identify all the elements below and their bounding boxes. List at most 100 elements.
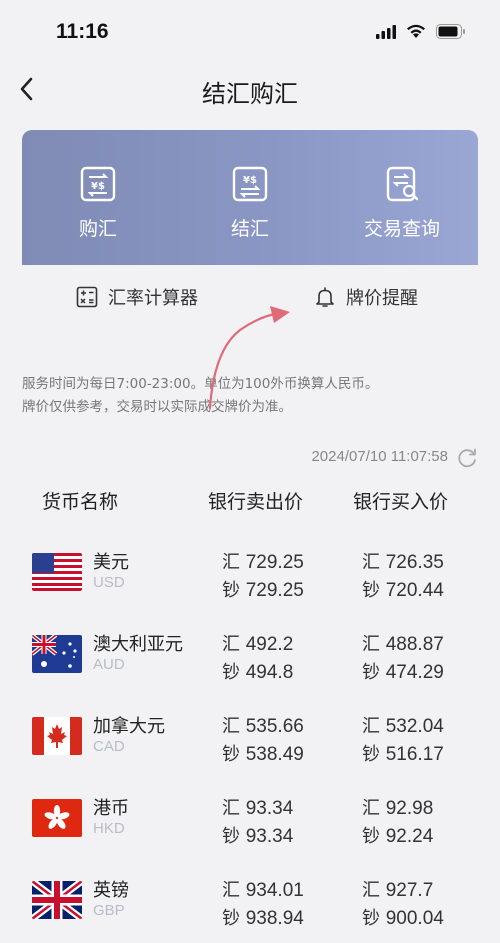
cash-label: 钞	[222, 744, 240, 765]
buy-remit-rate: 汇 488.87	[362, 630, 444, 656]
rate-value: 516.17	[385, 744, 444, 765]
refresh-icon[interactable]	[456, 447, 478, 469]
rate-alert-button[interactable]: 牌价提醒	[314, 284, 418, 310]
cash-label: 钞	[222, 662, 240, 683]
signal-icon	[376, 24, 396, 39]
table-row[interactable]: 澳大利亚元 AUD 汇 492.2 钞 494.8 汇 488.87 钞 474…	[0, 627, 500, 697]
currency-code: CAD	[93, 738, 125, 755]
cash-label: 钞	[362, 580, 380, 601]
table-row[interactable]: 美元 USD 汇 729.25 钞 729.25 汇 726.35 钞 720.…	[0, 545, 500, 615]
update-timestamp: 2024/07/10 11:07:58	[311, 448, 448, 465]
remit-label: 汇	[362, 798, 380, 819]
settle-forex-label: 结汇	[230, 218, 269, 240]
currency-code: AUD	[93, 656, 125, 673]
table-row[interactable]: 英镑 GBP 汇 934.01 钞 938.94 汇 927.7 钞 900.0…	[0, 873, 500, 943]
cash-label: 钞	[362, 662, 380, 683]
sell-remit-rate: 汇 729.25	[222, 548, 304, 574]
rate-value: 494.8	[245, 662, 294, 683]
cash-label: 钞	[222, 908, 240, 929]
svg-text:¥$: ¥$	[91, 181, 105, 192]
buy-forex-button[interactable]: ¥$ 购汇	[22, 130, 174, 265]
gb-flag-icon	[32, 881, 82, 919]
sell-cash-rate: 钞 938.94	[222, 904, 304, 930]
header-bank-sell: 银行卖出价	[208, 491, 304, 513]
wifi-icon	[407, 24, 425, 38]
status-icons	[376, 24, 466, 39]
navigation-bar: 结汇购汇	[0, 62, 500, 118]
battery-icon	[436, 24, 465, 39]
remit-label: 汇	[222, 716, 240, 737]
currency-name: 美元	[93, 552, 129, 573]
ca-flag-icon	[32, 717, 82, 755]
rate-value: 726.35	[385, 552, 444, 573]
notice-line-2: 牌价仅供参考，交易时以实际成交牌价为准。	[22, 399, 292, 415]
remit-label: 汇	[362, 716, 380, 737]
status-bar: 11:16	[0, 0, 500, 60]
cash-label: 钞	[362, 908, 380, 929]
sell-cash-rate: 钞 729.25	[222, 576, 304, 602]
service-notice: 服务时间为每日7:00-23:00。单位为100外币换算人民币。 牌价仅供参考，…	[22, 373, 492, 419]
transaction-search-icon	[386, 166, 419, 202]
buy-cash-rate: 钞 900.04	[362, 904, 444, 930]
page-title: 结汇购汇	[202, 80, 298, 108]
remit-label: 汇	[362, 880, 380, 901]
rate-value: 535.66	[245, 716, 304, 737]
cash-label: 钞	[362, 826, 380, 847]
buy-remit-rate: 汇 532.04	[362, 712, 444, 738]
rate-value: 720.44	[385, 580, 444, 601]
rate-calculator-label: 汇率计算器	[108, 288, 198, 309]
buy-cash-rate: 钞 474.29	[362, 658, 444, 684]
remit-label: 汇	[222, 634, 240, 655]
rate-value: 93.34	[245, 798, 294, 819]
us-flag-icon	[32, 553, 82, 591]
rate-value: 474.29	[385, 662, 444, 683]
remit-label: 汇	[362, 552, 380, 573]
rate-value: 92.98	[385, 798, 434, 819]
currency-name: 英镑	[93, 880, 129, 901]
sell-remit-rate: 汇 535.66	[222, 712, 304, 738]
buy-cash-rate: 钞 92.24	[362, 822, 433, 848]
sell-remit-rate: 汇 492.2	[222, 630, 293, 656]
rate-value: 532.04	[385, 716, 444, 737]
rate-value: 729.25	[245, 552, 304, 573]
buy-remit-rate: 汇 92.98	[362, 794, 433, 820]
status-time: 11:16	[56, 20, 109, 43]
currency-name: 澳大利亚元	[93, 634, 183, 655]
rate-calculator-button[interactable]: 汇率计算器	[76, 284, 198, 310]
sell-cash-rate: 钞 538.49	[222, 740, 304, 766]
buy-remit-rate: 汇 927.7	[362, 876, 433, 902]
cash-label: 钞	[222, 580, 240, 601]
sell-cash-rate: 钞 494.8	[222, 658, 293, 684]
currency-name: 加拿大元	[93, 716, 165, 737]
settle-forex-button[interactable]: ¥$ 结汇	[174, 130, 326, 265]
au-flag-icon	[32, 635, 82, 673]
sell-cash-rate: 钞 93.34	[222, 822, 293, 848]
buy-cash-rate: 钞 516.17	[362, 740, 444, 766]
buy-remit-rate: 汇 726.35	[362, 548, 444, 574]
header-currency-name: 货币名称	[42, 491, 119, 513]
svg-text:¥$: ¥$	[243, 175, 257, 186]
currency-code: USD	[93, 574, 125, 591]
rate-value: 729.25	[245, 580, 304, 601]
tools-row: 汇率计算器 牌价提醒	[0, 282, 500, 314]
hk-flag-icon	[32, 799, 82, 837]
buy-forex-label: 购汇	[78, 218, 117, 240]
cash-label: 钞	[222, 826, 240, 847]
rate-value: 900.04	[385, 908, 444, 929]
table-row[interactable]: 港币 HKD 汇 93.34 钞 93.34 汇 92.98 钞 92.24	[0, 791, 500, 861]
remit-label: 汇	[362, 634, 380, 655]
sell-remit-rate: 汇 934.01	[222, 876, 304, 902]
table-row[interactable]: 加拿大元 CAD 汇 535.66 钞 538.49 汇 532.04 钞 51…	[0, 709, 500, 779]
currency-code: GBP	[93, 902, 125, 919]
currency-exchange-icon: ¥$	[80, 166, 116, 202]
rate-value: 938.94	[245, 908, 304, 929]
calculator-icon	[76, 286, 98, 308]
rate-value: 92.24	[385, 826, 434, 847]
cash-label: 钞	[362, 744, 380, 765]
sell-remit-rate: 汇 93.34	[222, 794, 293, 820]
rate-value: 538.49	[245, 744, 304, 765]
remit-label: 汇	[222, 880, 240, 901]
transaction-query-button[interactable]: 交易查询	[326, 130, 478, 265]
action-banner: ¥$ 购汇 ¥$ 结汇 交易查询	[22, 130, 478, 265]
rate-value: 927.7	[385, 880, 434, 901]
